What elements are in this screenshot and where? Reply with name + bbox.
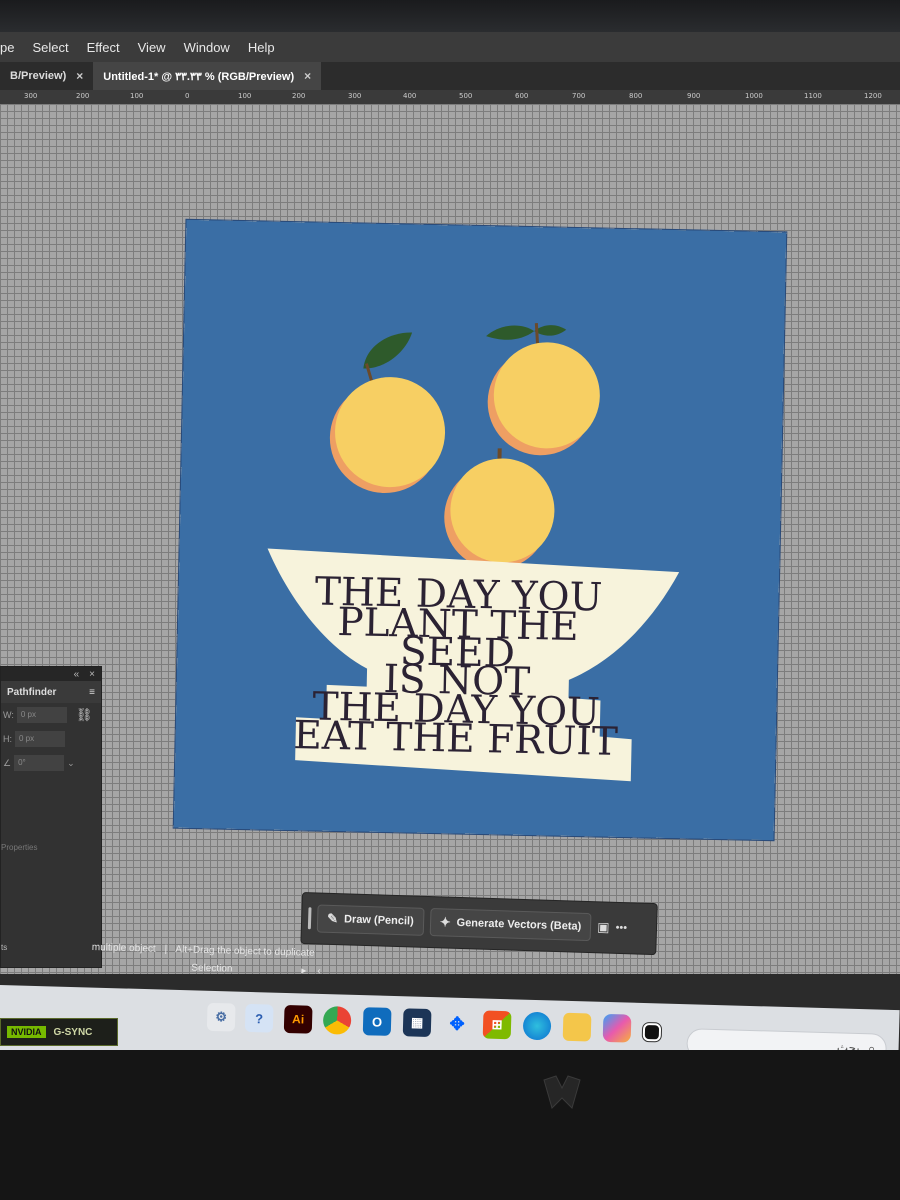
width-field[interactable]: 0 px [16, 707, 67, 723]
monitor-bezel [0, 0, 900, 32]
generate-vectors-button[interactable]: ✦ Generate Vectors (Beta) [429, 908, 592, 942]
width-row: W: 0 px ⛓ [1, 703, 101, 727]
illustrator-app-icon[interactable]: Ai [283, 1004, 313, 1034]
width-label: W: [3, 710, 14, 720]
ruler-tick: 200 [76, 92, 90, 100]
height-label: H: [3, 734, 12, 744]
nvidia-gsync-sticker: NVIDIA G-SYNC [0, 1018, 118, 1046]
contextual-task-bar: ✎ Draw (Pencil) ✦ Generate Vectors (Beta… [300, 892, 658, 956]
ruler-tick: 300 [24, 92, 38, 100]
properties-label: Properties [1, 843, 38, 852]
dropbox-icon[interactable]: ✥ [443, 1009, 472, 1038]
close-icon[interactable]: × [89, 669, 95, 680]
panel-header: Pathfinder ≡ [1, 681, 101, 703]
artboard[interactable]: THE DAY YOU PLANT THE SEED IS NOT THE DA… [173, 219, 787, 841]
ruler-tick: 1000 [745, 92, 763, 100]
poster-line-6: EAT THE FRUIT [293, 713, 618, 765]
settings-gear-icon[interactable]: ⚙ [206, 1002, 236, 1032]
search-placeholder: بحث [836, 1040, 860, 1050]
microsoft-365-icon[interactable]: ⊞ [482, 1010, 512, 1040]
angle-field[interactable]: 0° [14, 755, 65, 771]
gsync-label: G-SYNC [53, 1026, 93, 1038]
document-tab-bar: B/Preview) × Untitled-1* @ ٣٣.٣٣ % (RGB/… [0, 62, 900, 90]
hamburger-menu-icon[interactable]: ≡ [89, 687, 95, 698]
ruler-tick: 600 [515, 92, 529, 100]
angle-row: ∠ 0° ⌄ [1, 751, 101, 775]
status-hint-right: Alt+Drag the object to duplicate [175, 944, 315, 959]
ruler-tick: 300 [348, 92, 362, 100]
tab-label: Untitled-1* @ ٣٣.٣٣ % (RGB/Preview) [103, 70, 295, 83]
menu-window[interactable]: Window [175, 40, 239, 55]
ruler-tick: 200 [292, 92, 306, 100]
status-separator: | [164, 943, 168, 955]
ruler-tick: 0 [185, 92, 190, 100]
panel-topbar: « × [1, 667, 101, 681]
task-view-icon[interactable] [641, 1021, 663, 1043]
ruler-tick: 1100 [804, 92, 822, 100]
close-icon[interactable]: × [304, 69, 311, 83]
ruler-tick: 100 [130, 92, 144, 100]
copilot-help-icon[interactable]: ? [244, 1003, 274, 1033]
generate-vectors-label: Generate Vectors (Beta) [456, 916, 582, 933]
menu-select[interactable]: Select [23, 40, 77, 55]
menu-bar: pe Select Effect View Window Help [0, 32, 900, 62]
ruler-tick: 1200 [864, 92, 882, 100]
ruler-tick: 100 [238, 92, 252, 100]
ruler-tick: 400 [403, 92, 417, 100]
chevron-down-icon[interactable]: ⌄ [67, 758, 75, 769]
horizontal-ruler[interactable]: 300 200 100 0 100 200 300 400 500 600 70… [0, 90, 900, 105]
draw-pencil-label: Draw (Pencil) [343, 913, 414, 928]
taskbar-search-box[interactable]: بحث ⌕ [686, 1028, 887, 1050]
drag-handle[interactable] [307, 907, 312, 930]
nvidia-logo: NVIDIA [7, 1026, 46, 1038]
close-icon[interactable]: × [76, 69, 83, 83]
panel-title[interactable]: Pathfinder [7, 687, 56, 698]
ruler-tick: 500 [459, 92, 473, 100]
menu-view[interactable]: View [129, 40, 175, 55]
ruler-tick: 900 [687, 92, 701, 100]
pencil-icon: ✎ [326, 910, 339, 927]
height-field[interactable]: 0 px [15, 731, 65, 747]
outlook-icon[interactable]: O [362, 1007, 392, 1036]
chevron-left-icon[interactable]: ‹ [317, 966, 321, 977]
monitor-screen: pe Select Effect View Window Help B/Prev… [0, 0, 900, 1050]
sparkle-image-icon: ✦ [439, 914, 451, 930]
ruler-tick: 700 [572, 92, 586, 100]
store-icon[interactable]: ▦ [402, 1008, 432, 1038]
tab-untitled-1[interactable]: Untitled-1* @ ٣٣.٣٣ % (RGB/Preview) × [93, 62, 322, 90]
angle-icon: ∠ [3, 757, 12, 768]
height-row: H: 0 px [1, 727, 101, 751]
file-explorer-icon[interactable] [562, 1012, 592, 1042]
link-icon[interactable]: ⛓ [76, 707, 93, 723]
play-icon[interactable]: ▸ [301, 965, 306, 976]
chrome-icon[interactable] [322, 1006, 352, 1035]
menu-effect[interactable]: Effect [78, 40, 129, 55]
status-hint-left: multiple object [91, 942, 156, 955]
tab-previous-document[interactable]: B/Preview) × [0, 62, 93, 90]
panel-footer-label: ts [1, 943, 8, 952]
menu-help[interactable]: Help [239, 40, 284, 55]
ruler-tick: 800 [629, 92, 643, 100]
menu-type[interactable]: pe [0, 40, 23, 55]
predator-logo-icon [543, 1075, 581, 1109]
more-options-icon[interactable]: ••• [615, 922, 627, 934]
image-settings-icon[interactable]: ▣ [597, 919, 610, 935]
pathfinder-panel: « × Pathfinder ≡ W: 0 px ⛓ H: 0 px ∠ 0° … [0, 666, 102, 968]
copilot-icon[interactable] [602, 1013, 632, 1043]
search-icon: ⌕ [867, 1039, 876, 1050]
edge-icon[interactable] [522, 1011, 552, 1041]
tab-label: B/Preview) [10, 70, 67, 82]
poster-artwork: THE DAY YOU PLANT THE SEED IS NOT THE DA… [173, 219, 787, 841]
collapse-icon[interactable]: « [74, 669, 80, 680]
current-tool-label: Selection [191, 962, 233, 975]
draw-pencil-button[interactable]: ✎ Draw (Pencil) [316, 904, 425, 936]
